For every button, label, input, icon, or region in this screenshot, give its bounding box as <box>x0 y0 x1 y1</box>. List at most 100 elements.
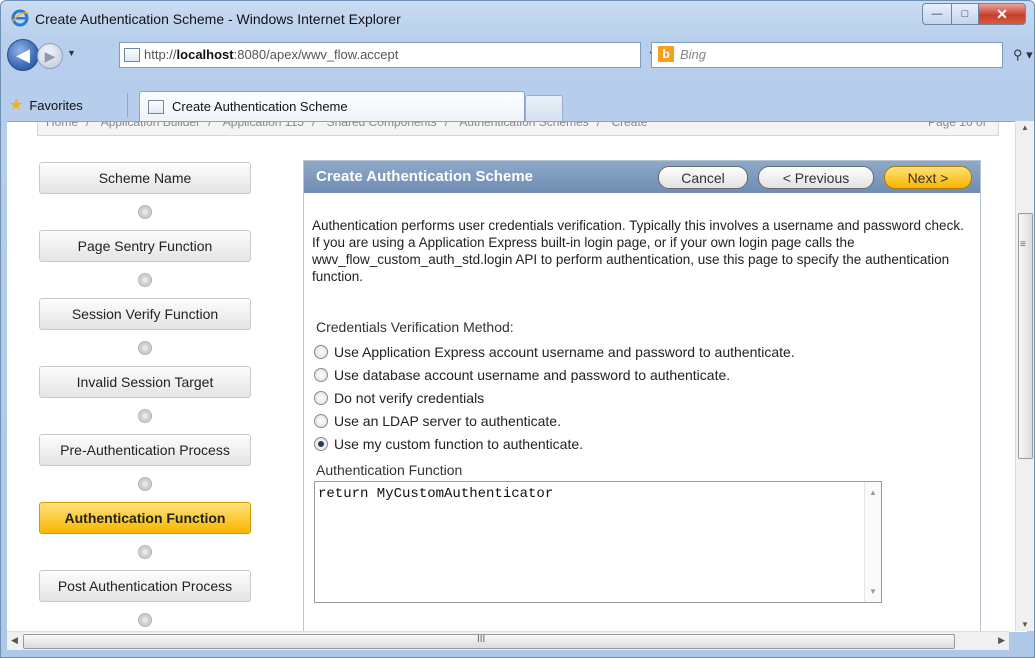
favorites-label: Favorites <box>29 97 83 113</box>
search-icon[interactable]: ⚲ ▾ <box>1013 47 1033 63</box>
page-indicator: Page 10 of <box>927 121 986 129</box>
breadcrumb-item[interactable]: Application 115 <box>223 122 304 129</box>
connector-dot-icon <box>138 409 152 423</box>
search-input[interactable]: Bing <box>680 47 706 62</box>
search-box[interactable]: b Bing <box>651 42 1003 68</box>
address-bar[interactable]: http://localhost:8080/apex/wwv_flow.acce… <box>119 42 719 68</box>
option-no-verify[interactable]: Do not verify credentials <box>314 390 484 406</box>
step-connector <box>39 262 251 298</box>
cancel-button[interactable]: Cancel <box>658 166 748 189</box>
connector-dot-icon <box>138 341 152 355</box>
step-scheme-name[interactable]: Scheme Name <box>39 162 251 194</box>
vertical-scrollbar[interactable]: ▲ ≡ ▼ <box>1015 121 1034 631</box>
step-connector <box>39 466 251 502</box>
scroll-down-icon[interactable]: ▼ <box>1021 620 1029 629</box>
wizard-steps: Scheme Name Page Sentry Function Session… <box>39 162 251 632</box>
breadcrumb-item[interactable]: Authentication Schemes <box>459 122 588 129</box>
navigation-bar: ◀ ▶ ▼ http://localhost:8080/apex/wwv_flo… <box>1 37 1034 73</box>
radio-button[interactable] <box>314 391 328 405</box>
scroll-up-icon[interactable]: ▲ <box>1021 123 1029 132</box>
grip-icon: III <box>477 634 486 645</box>
previous-button[interactable]: < Previous <box>758 166 874 189</box>
description-text: Authentication performs user credentials… <box>312 218 964 284</box>
maximize-button[interactable]: □ <box>952 3 979 25</box>
breadcrumb-item[interactable]: Shared Components <box>327 122 437 129</box>
address-url[interactable]: http://localhost:8080/apex/wwv_flow.acce… <box>144 47 398 62</box>
connector-dot-icon <box>138 273 152 287</box>
horizontal-scrollbar[interactable]: ◀ III ▶ <box>7 631 1009 650</box>
scroll-down-icon[interactable]: ▼ <box>869 587 877 596</box>
option-ldap[interactable]: Use an LDAP server to authenticate. <box>314 413 561 429</box>
window-title: Create Authentication Scheme - Windows I… <box>35 11 401 27</box>
step-invalid-session-target[interactable]: Invalid Session Target <box>39 366 251 398</box>
maximize-icon: □ <box>961 8 969 20</box>
scroll-right-icon[interactable]: ▶ <box>998 635 1005 646</box>
next-button[interactable]: Next > <box>884 166 972 189</box>
tab-create-authentication-scheme[interactable]: Create Authentication Scheme <box>139 91 525 122</box>
step-pre-authentication-process[interactable]: Pre-Authentication Process <box>39 434 251 466</box>
breadcrumb-item: Create <box>611 121 648 129</box>
textarea-scrollbar[interactable]: ▲ ▼ <box>864 482 881 602</box>
connector-dot-icon <box>138 613 152 627</box>
minimize-icon: — <box>931 8 943 20</box>
function-code[interactable]: return MyCustomAuthenticator <box>318 486 553 502</box>
connector-dot-icon <box>138 545 152 559</box>
window-controls: — □ ✕ <box>922 3 1026 25</box>
connector-dot-icon <box>138 205 152 219</box>
forward-button[interactable]: ▶ <box>37 43 63 69</box>
connector-dot-icon <box>138 477 152 491</box>
option-database-account[interactable]: Use database account username and passwo… <box>314 367 730 383</box>
step-page-sentry-function[interactable]: Page Sentry Function <box>39 230 251 262</box>
recent-pages-dropdown[interactable]: ▼ <box>67 48 76 58</box>
step-post-authentication-process[interactable]: Post Authentication Process <box>39 570 251 602</box>
option-label: Use database account username and passwo… <box>334 367 731 383</box>
back-arrow-icon: ◀ <box>16 44 30 65</box>
new-tab-button[interactable] <box>525 95 563 122</box>
option-custom-function[interactable]: Use my custom function to authenticate. <box>314 436 583 452</box>
authentication-function-label: Authentication Function <box>316 462 463 478</box>
grip-icon: ≡ <box>1020 239 1026 250</box>
forward-arrow-icon: ▶ <box>44 47 56 64</box>
url-rest: :8080/apex/wwv_flow.accept <box>233 47 399 62</box>
panel-title: Create Authentication Scheme <box>316 168 533 185</box>
radio-button-selected[interactable] <box>314 437 328 451</box>
favorites-divider <box>127 93 128 117</box>
radio-button[interactable] <box>314 345 328 359</box>
minimize-button[interactable]: — <box>922 3 952 25</box>
page-content: Home / Application Builder / Application 1… <box>7 121 1027 632</box>
close-icon: ✕ <box>996 5 1008 22</box>
panel-header: Create Authentication Scheme Cancel < Pr… <box>304 161 980 193</box>
url-host: localhost <box>176 47 234 62</box>
breadcrumb-item[interactable]: Home <box>46 122 78 129</box>
bing-icon: b <box>658 46 674 62</box>
radio-button[interactable] <box>314 414 328 428</box>
favorites-button[interactable]: ★ Favorites <box>9 95 83 115</box>
favorites-star-icon: ★ <box>9 97 24 114</box>
credentials-label: Credentials Verification Method: <box>316 319 514 335</box>
option-label: Use my custom function to authenticate. <box>334 436 584 452</box>
option-label: Do not verify credentials <box>334 390 485 406</box>
close-button[interactable]: ✕ <box>979 3 1026 25</box>
tab-label: Create Authentication Scheme <box>172 99 348 114</box>
breadcrumb-item[interactable]: Application Builder <box>101 122 200 129</box>
page-icon <box>124 48 140 62</box>
step-connector <box>39 398 251 434</box>
option-apex-account[interactable]: Use Application Express account username… <box>314 344 795 360</box>
wizard-panel: Create Authentication Scheme Cancel < Pr… <box>303 160 981 632</box>
back-button[interactable]: ◀ <box>7 39 39 71</box>
radio-button[interactable] <box>314 368 328 382</box>
scroll-up-icon[interactable]: ▲ <box>869 488 877 497</box>
scroll-thumb[interactable] <box>23 634 955 649</box>
ie-logo-icon <box>11 9 29 27</box>
url-prefix: http:// <box>144 47 177 62</box>
authentication-function-textarea[interactable]: return MyCustomAuthenticator ▲ ▼ <box>314 481 882 603</box>
option-label: Use an LDAP server to authenticate. <box>334 413 561 429</box>
browser-window: Create Authentication Scheme - Windows I… <box>0 0 1035 658</box>
step-connector <box>39 330 251 366</box>
tabs-row: ★ Favorites Create Authentication Scheme <box>1 89 1034 122</box>
step-session-verify-function[interactable]: Session Verify Function <box>39 298 251 330</box>
breadcrumb: Home / Application Builder / Application 1… <box>37 121 999 136</box>
step-authentication-function[interactable]: Authentication Function <box>39 502 251 534</box>
title-bar: Create Authentication Scheme - Windows I… <box>1 1 1034 35</box>
scroll-left-icon[interactable]: ◀ <box>11 635 18 646</box>
